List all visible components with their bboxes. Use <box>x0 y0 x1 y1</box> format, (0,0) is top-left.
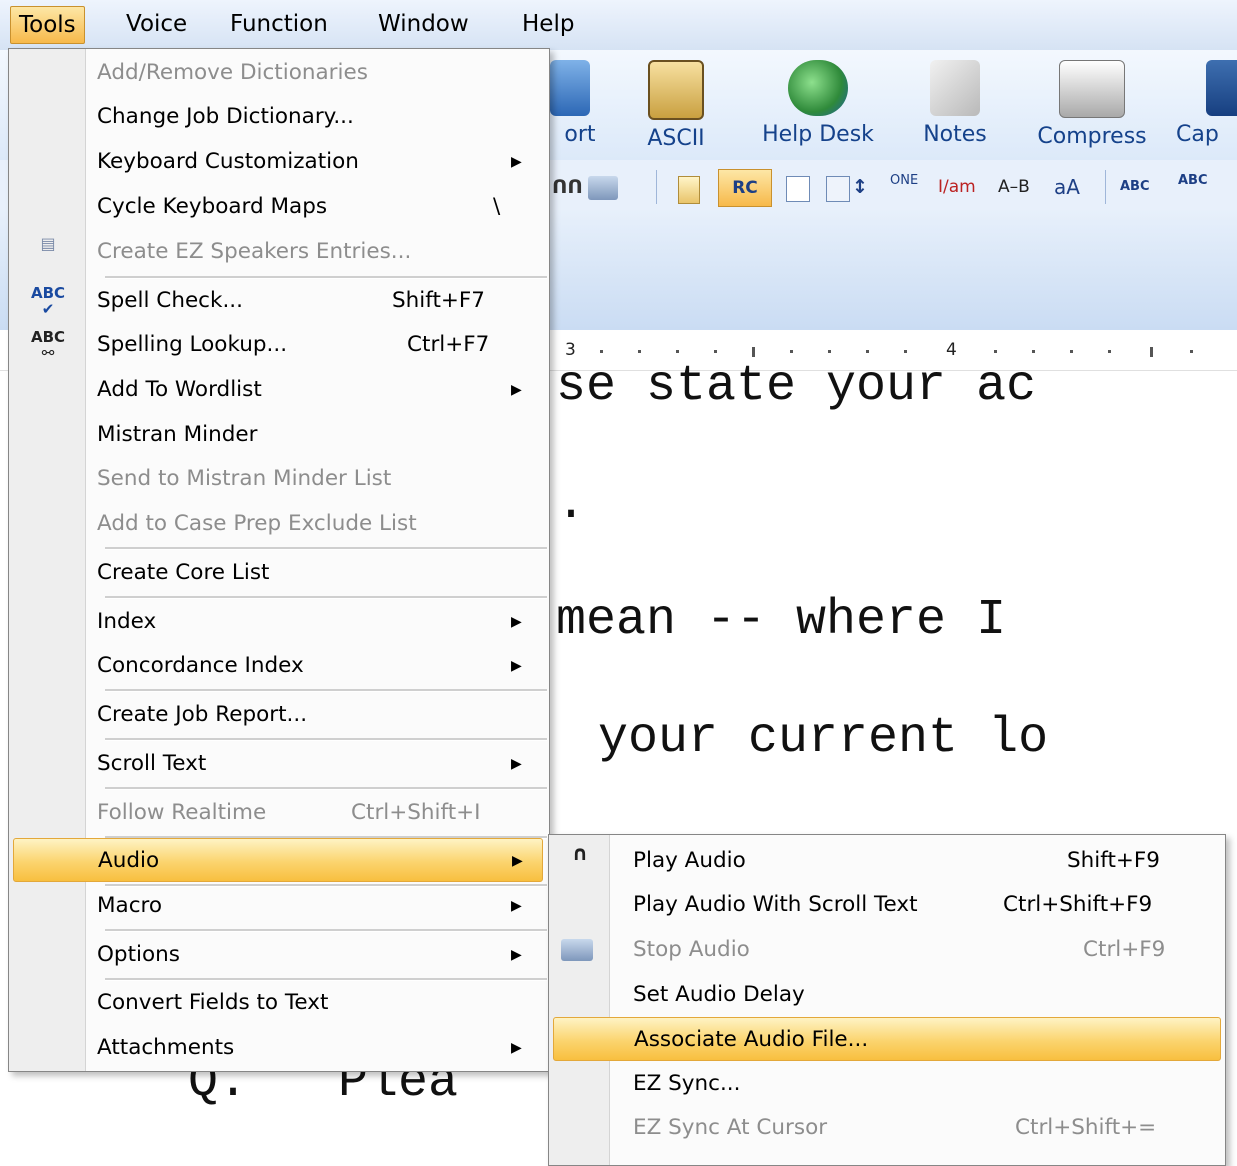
menu-item-play-audio[interactable]: ∩ Play Audio Shift+F9 <box>549 839 1225 883</box>
document-line: your current lo <box>598 710 1049 767</box>
table-toolbar-icon[interactable] <box>826 176 850 202</box>
menu-item-concordance-index[interactable]: Concordance Index ▶ <box>9 644 549 688</box>
menu-item-play-audio-with-scroll-text[interactable]: Play Audio With Scroll Text Ctrl+Shift+F… <box>549 883 1225 927</box>
menu-item-index[interactable]: Index ▶ <box>9 600 549 644</box>
submenu-arrow-icon: ▶ <box>511 756 522 772</box>
case-toolbar-icon[interactable]: aA <box>1054 172 1080 202</box>
menu-item-audio[interactable]: Audio ▶ <box>13 838 543 882</box>
export-button[interactable]: ort <box>550 60 610 147</box>
export-icon <box>550 60 590 116</box>
ruler-mark: 3 <box>565 340 576 360</box>
ascii-button[interactable]: ASCII <box>636 60 716 151</box>
page-toolbar-icon[interactable] <box>786 176 810 202</box>
notes-button[interactable]: Notes <box>912 60 998 147</box>
menu-item-spelling-lookup[interactable]: ABC ⚯ Spelling Lookup... Ctrl+F7 <box>9 323 549 367</box>
spell-check-toolbar-icon[interactable]: ABC <box>1120 172 1150 202</box>
menu-window[interactable]: Window <box>370 6 477 42</box>
stop-audio-toolbar-icon[interactable] <box>588 176 618 200</box>
compress-button[interactable]: Compress <box>1028 60 1156 149</box>
ez-speakers-icon: ▤ <box>40 234 56 253</box>
menu-tools[interactable]: Tools <box>10 6 85 44</box>
menu-item-keyboard-customization[interactable]: Keyboard Customization ▶ <box>9 140 549 184</box>
menu-item-set-audio-delay[interactable]: Set Audio Delay <box>549 973 1225 1017</box>
menu-item-scroll-text[interactable]: Scroll Text ▶ <box>9 742 549 786</box>
realtime-connect-toolbar-icon[interactable]: RC <box>718 169 772 207</box>
menu-item-mistran-minder[interactable]: Mistran Minder <box>9 413 549 457</box>
menu-bar: Tools Voice Function Window Help <box>0 0 1237 50</box>
submenu-arrow-icon: ▶ <box>511 614 522 630</box>
menu-item-create-core-list[interactable]: Create Core List <box>9 551 549 595</box>
help-desk-button[interactable]: Help Desk <box>748 60 888 147</box>
headphones-icon: ∩ <box>571 841 589 865</box>
menu-item-macro[interactable]: Macro ▶ <box>9 884 549 928</box>
submenu-arrow-icon: ▶ <box>512 853 523 869</box>
menu-item-send-to-mistran-minder-list[interactable]: Send to Mistran Minder List <box>9 457 549 501</box>
menu-item-attachments[interactable]: Attachments ▶ <box>9 1026 549 1070</box>
menu-item-spell-check[interactable]: ABC ✔ Spell Check... Shift+F7 <box>9 279 549 323</box>
ruler-mark: 4 <box>946 340 957 360</box>
caption-button[interactable]: Cap <box>1176 60 1237 147</box>
submenu-arrow-icon: ▶ <box>511 898 522 914</box>
menu-help[interactable]: Help <box>514 6 582 42</box>
document-line: mean -- where I <box>556 592 1007 649</box>
audio-submenu: ∩ Play Audio Shift+F9 Play Audio With Sc… <box>548 834 1226 1166</box>
menu-item-associate-audio-file[interactable]: Associate Audio File... <box>553 1017 1221 1061</box>
menu-item-change-job-dictionary[interactable]: Change Job Dictionary... <box>9 95 549 139</box>
menu-item-cycle-keyboard-maps[interactable]: Cycle Keyboard Maps \ <box>9 185 549 229</box>
menu-item-ez-sync[interactable]: EZ Sync... <box>549 1062 1225 1106</box>
spell-check-icon: ABC ✔ <box>31 284 66 318</box>
line-spacing-toolbar-icon[interactable]: ↕ <box>852 172 868 202</box>
menu-function[interactable]: Function <box>222 6 336 42</box>
caption-icon <box>1206 60 1237 116</box>
submenu-arrow-icon: ▶ <box>511 658 522 674</box>
submenu-arrow-icon: ▶ <box>511 382 522 398</box>
menu-item-convert-fields-to-text[interactable]: Convert Fields to Text <box>9 981 549 1025</box>
spelling-lookup-icon: ABC ⚯ <box>31 328 66 362</box>
menu-item-create-ez-speakers-entries[interactable]: ▤ Create EZ Speakers Entries... <box>9 230 549 274</box>
stop-audio-icon <box>561 939 593 961</box>
spelling-lookup-toolbar-icon[interactable]: ABC <box>1178 173 1208 203</box>
globe-computer-icon <box>788 60 848 116</box>
tools-menu: Add/Remove Dictionaries Change Job Dicti… <box>8 48 550 1072</box>
menu-item-add-remove-dictionaries[interactable]: Add/Remove Dictionaries <box>9 51 549 95</box>
number-convert-toolbar-icon[interactable]: ONE <box>890 173 918 203</box>
submenu-arrow-icon: ▶ <box>511 947 522 963</box>
scissors-notes-icon <box>930 60 980 116</box>
document-line: . <box>556 476 587 533</box>
headphones-toolbar-icon[interactable]: ᑎᑎ <box>552 172 583 202</box>
ascii-file-icon <box>648 60 704 120</box>
menu-item-follow-realtime[interactable]: Follow Realtime Ctrl+Shift+I <box>9 791 549 835</box>
menu-voice[interactable]: Voice <box>118 6 195 42</box>
menu-item-create-job-report[interactable]: Create Job Report... <box>9 693 549 737</box>
menu-item-ez-sync-at-cursor[interactable]: EZ Sync At Cursor Ctrl+Shift+= <box>549 1106 1225 1150</box>
am-pm-toolbar-icon[interactable]: I/am <box>938 172 976 202</box>
menu-item-options[interactable]: Options ▶ <box>9 933 549 977</box>
note-toolbar-icon[interactable] <box>678 176 700 204</box>
document-line: se state your ac <box>556 358 1037 415</box>
submenu-arrow-icon: ▶ <box>511 1040 522 1056</box>
submenu-arrow-icon: ▶ <box>511 154 522 170</box>
a-b-toolbar-icon[interactable]: A–B <box>998 172 1030 202</box>
menu-item-add-to-case-prep-exclude-list[interactable]: Add to Case Prep Exclude List <box>9 502 549 546</box>
menu-item-add-to-wordlist[interactable]: Add To Wordlist ▶ <box>9 368 549 412</box>
menu-item-stop-audio[interactable]: Stop Audio Ctrl+F9 <box>549 928 1225 972</box>
printer-icon <box>1059 60 1125 118</box>
